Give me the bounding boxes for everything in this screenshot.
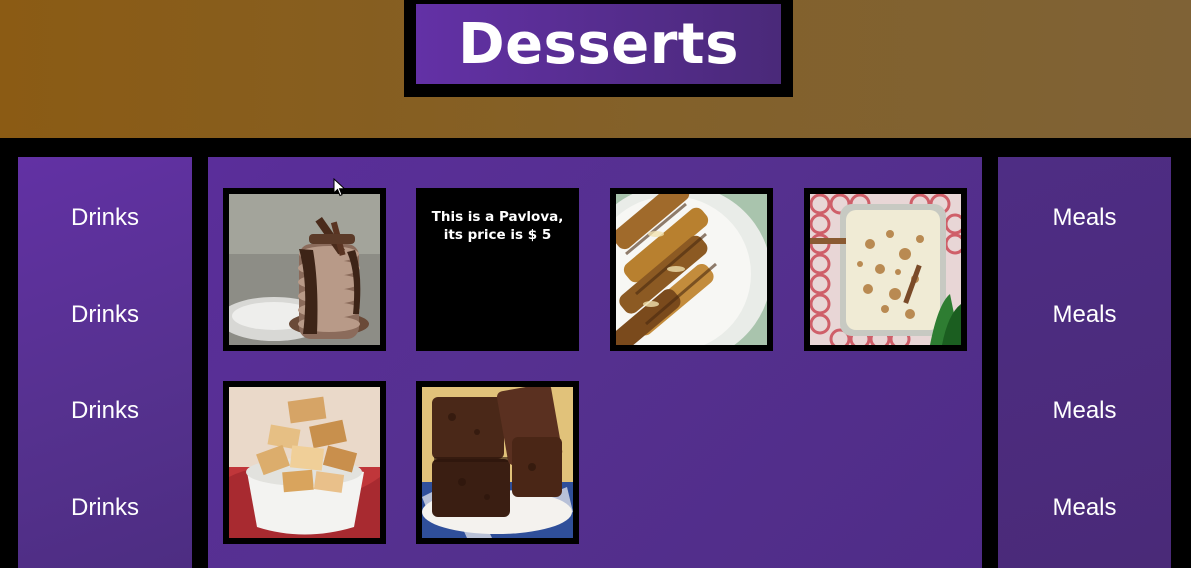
nav-item-meals[interactable]: Meals — [998, 478, 1171, 538]
nav-item-drinks[interactable]: Drinks — [18, 285, 192, 345]
nav-item-drinks[interactable]: Drinks — [18, 478, 192, 538]
nav-item-drinks[interactable]: Drinks — [18, 188, 192, 248]
dessert-tile[interactable] — [416, 381, 579, 544]
mouse-cursor-icon — [333, 178, 346, 197]
nav-item-meals[interactable]: Meals — [998, 381, 1171, 441]
header-bar: Desserts — [0, 0, 1191, 138]
rice-pudding-photo — [810, 194, 961, 345]
rice-pudding-image — [810, 194, 961, 345]
fudge-bowl-photo — [229, 387, 380, 538]
dessert-tile[interactable] — [804, 188, 967, 351]
title-box: Desserts — [416, 4, 781, 84]
tile-caption: This is a Pavlova, its price is $ 5 — [431, 209, 564, 243]
dessert-grid: This is a Pavlova, its price is $ 5 — [208, 157, 982, 568]
dessert-tile[interactable] — [223, 381, 386, 544]
chocolate-pancake-photo — [229, 194, 380, 345]
fudge-bowl-image — [229, 387, 380, 538]
nav-item-meals[interactable]: Meals — [998, 188, 1171, 248]
crepe-rolls-photo — [616, 194, 767, 345]
dessert-tile[interactable]: This is a Pavlova, its price is $ 5 — [416, 188, 579, 351]
chocolate-pancake-image — [229, 194, 380, 345]
right-nav: Meals Meals Meals Meals — [998, 157, 1171, 568]
left-nav: Drinks Drinks Drinks Drinks — [18, 157, 192, 568]
title-frame: Desserts — [404, 0, 793, 97]
dessert-tile[interactable] — [223, 188, 386, 351]
brownies-photo — [422, 387, 573, 538]
page-title: Desserts — [458, 11, 739, 77]
nav-item-drinks[interactable]: Drinks — [18, 381, 192, 441]
brownies-image — [422, 387, 573, 538]
nav-item-meals[interactable]: Meals — [998, 285, 1171, 345]
dessert-tile[interactable] — [610, 188, 773, 351]
crepe-rolls-image — [616, 194, 767, 345]
